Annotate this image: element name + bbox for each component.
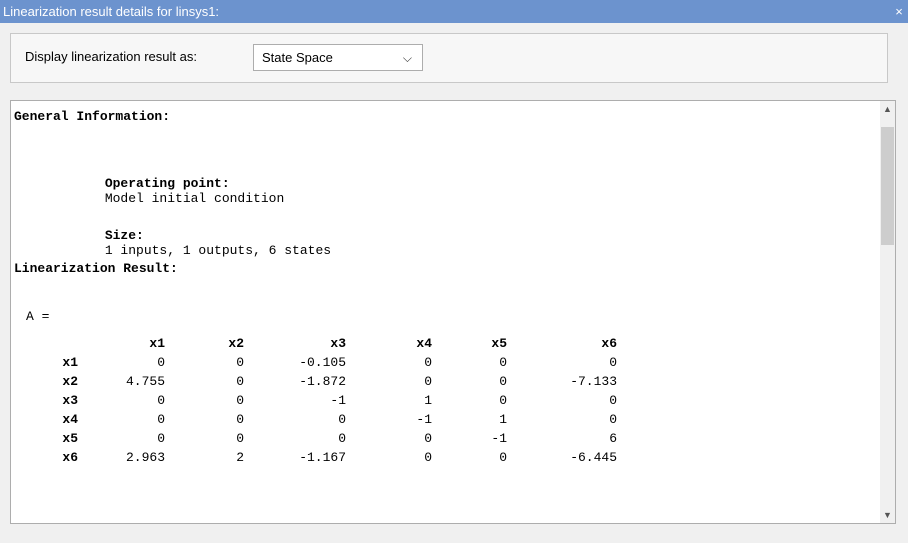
- matrix-row-header: x3: [62, 393, 78, 408]
- matrix-row-header: x6: [62, 450, 78, 465]
- general-info-heading: General Information:: [14, 109, 171, 124]
- results-text: General Information: Operating point: Mo…: [14, 101, 894, 521]
- matrix-col-header: x3: [330, 336, 346, 351]
- matrix-cell: -1: [491, 431, 507, 446]
- scrollbar-thumb[interactable]: [881, 127, 894, 245]
- matrix-cell: 1: [424, 393, 432, 408]
- matrix-cell: 0: [157, 355, 165, 370]
- linearization-result-heading: Linearization Result:: [14, 261, 178, 276]
- matrix-cell: 0: [609, 355, 617, 370]
- chevron-down-icon: ⌵: [402, 51, 412, 65]
- matrix-cell: 0: [236, 374, 244, 389]
- scroll-up-icon[interactable]: ▲: [880, 101, 895, 117]
- matrix-row-header: x2: [62, 374, 78, 389]
- matrix-col-header: x5: [491, 336, 507, 351]
- matrix-row-header: x5: [62, 431, 78, 446]
- matrix-cell: 0: [499, 393, 507, 408]
- matrix-cell: 0: [157, 393, 165, 408]
- matrix-cell: -1.167: [299, 450, 346, 465]
- matrix-cell: 0: [236, 393, 244, 408]
- matrix-row-header: x1: [62, 355, 78, 370]
- matrix-cell: 0: [424, 431, 432, 446]
- matrix-cell: 0: [236, 431, 244, 446]
- display-format-value: State Space: [262, 50, 333, 65]
- matrix-cell: 0: [424, 450, 432, 465]
- matrix-cell: 0: [499, 355, 507, 370]
- matrix-cell: 4.755: [125, 374, 165, 389]
- matrix-row-header: x4: [62, 412, 78, 427]
- matrix-cell: 0: [236, 412, 244, 427]
- scroll-down-icon[interactable]: ▼: [880, 507, 895, 523]
- matrix-col-header: x4: [416, 336, 432, 351]
- matrix-cell: -1.872: [299, 374, 346, 389]
- operating-point-label: Operating point:: [104, 176, 230, 191]
- matrix-cell: 0: [157, 431, 165, 446]
- matrix-cell: 2: [236, 450, 244, 465]
- matrix-cell: -7.133: [570, 374, 617, 389]
- operating-point-line: Operating point: Model initial condition: [58, 161, 284, 221]
- status-bar: [0, 526, 908, 543]
- close-icon[interactable]: ×: [893, 0, 905, 23]
- display-format-dropdown[interactable]: State Space ⌵: [253, 44, 423, 71]
- window-titlebar: Linearization result details for linsys1…: [0, 0, 908, 23]
- window-title: Linearization result details for linsys1…: [3, 4, 220, 19]
- size-label: Size:: [104, 228, 144, 243]
- matrix-cell: 0: [499, 450, 507, 465]
- matrix-cell: 0: [338, 431, 346, 446]
- matrix-cell: -1: [416, 412, 432, 427]
- matrix-col-header: x2: [228, 336, 244, 351]
- matrix-cell: 0: [424, 355, 432, 370]
- matrix-cell: 0: [499, 374, 507, 389]
- matrix-cell: -0.105: [299, 355, 346, 370]
- operating-point-value: Model initial condition: [104, 191, 285, 206]
- display-options-panel: Display linearization result as: State S…: [10, 33, 888, 83]
- matrix-cell: 0: [157, 412, 165, 427]
- matrix-cell: -6.445: [570, 450, 617, 465]
- matrix-col-header: x1: [149, 336, 165, 351]
- matrix-cell: 1: [499, 412, 507, 427]
- display-format-label: Display linearization result as:: [25, 49, 197, 64]
- matrix-cell: 0: [609, 393, 617, 408]
- matrix-cell: -1: [330, 393, 346, 408]
- matrix-cell: 0: [424, 374, 432, 389]
- matrix-a-label: A =: [26, 309, 50, 324]
- matrix-cell: 0: [338, 412, 346, 427]
- size-value: 1 inputs, 1 outputs, 6 states: [104, 243, 332, 258]
- results-panel[interactable]: General Information: Operating point: Mo…: [10, 100, 896, 524]
- vertical-scrollbar[interactable]: ▲ ▼: [880, 101, 895, 523]
- matrix-col-header: x6: [601, 336, 617, 351]
- matrix-cell: 0: [236, 355, 244, 370]
- matrix-cell: 2.963: [125, 450, 165, 465]
- matrix-cell: 6: [609, 431, 617, 446]
- matrix-cell: 0: [609, 412, 617, 427]
